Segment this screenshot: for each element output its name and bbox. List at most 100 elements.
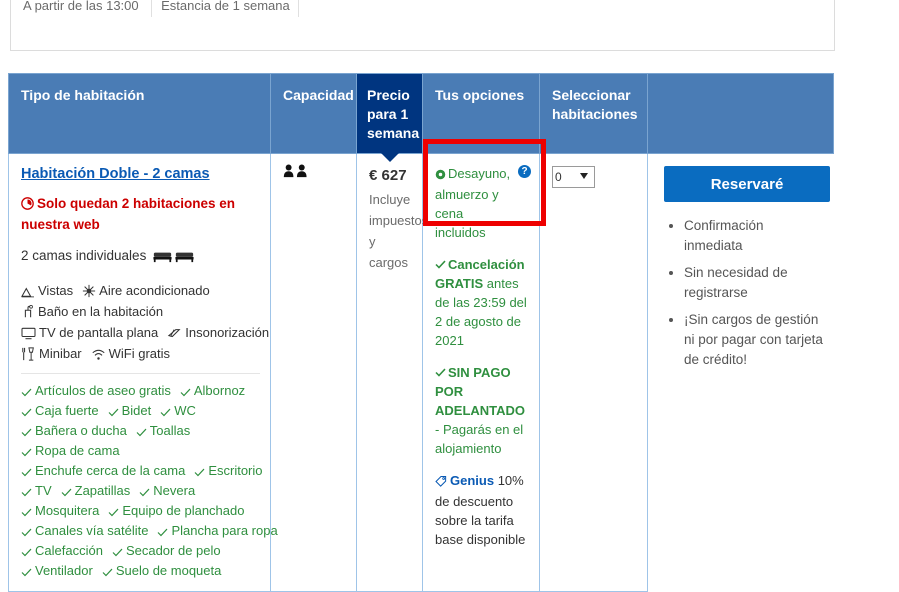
amenities-checklist: Artículos de aseo gratis Albornoz Caja fu… (21, 381, 278, 581)
check-icon (108, 501, 119, 521)
genius-label: Genius (450, 473, 495, 488)
amenity-label: Ropa de cama (35, 443, 120, 458)
soundproof-icon (168, 329, 181, 338)
check-icon (21, 381, 32, 401)
check-icon (21, 441, 32, 461)
price-amount: € 627 (369, 167, 407, 184)
scarcity-message: Solo quedan 2 habitaciones en nuestra we… (21, 194, 260, 234)
amenity-row: Caja fuerte Bidet WC (21, 401, 260, 421)
amenity-label: Equipo de planchado (122, 503, 245, 518)
check-icon (102, 561, 113, 581)
amenity-label: Canales vía satélite (35, 523, 149, 538)
check-icon (21, 501, 32, 521)
check-icon (136, 421, 147, 441)
amenity-label: Zapatillas (74, 483, 131, 498)
genius-discount: Genius 10% de descuento sobre la tarifa … (435, 471, 529, 549)
capacity-cell (270, 153, 357, 592)
amenity-label: Plancha para ropa (171, 523, 278, 538)
mountain-view-icon (21, 287, 34, 298)
check-icon (21, 521, 32, 541)
list-item: ¡Sin cargos de gestión ni por pagar con … (684, 310, 824, 370)
reserve-button[interactable]: Reservaré (664, 166, 830, 202)
header-price[interactable]: Precio para 1 semana (356, 73, 423, 162)
reserve-cell: Reservaré Confirmación inmediata Sin nec… (647, 153, 834, 592)
facility-row: TV de pantalla plana Insonorización (21, 322, 269, 343)
checkin-block[interactable]: mar, 10 ago 2021 A partir de las 13:00 (23, 0, 161, 17)
amenity-label: Caja fuerte (35, 403, 99, 418)
single-bed-icon (153, 249, 172, 269)
amenity-row: Bañera o ducha Toallas (21, 421, 260, 441)
meal-plan-text: Desayuno, almuerzo y cena incluidos (435, 166, 511, 240)
amenity-label: WC (174, 403, 196, 418)
facility-label: Vistas (38, 283, 74, 298)
check-icon (160, 401, 171, 421)
amenity-label: Ventilador (35, 563, 93, 578)
tag-icon (435, 473, 447, 492)
meal-included-icon (435, 166, 446, 185)
sort-arrow-icon (380, 153, 399, 162)
check-icon (61, 481, 72, 501)
bed-configuration: 2 camas individuales (21, 246, 260, 269)
scarcity-text: Solo quedan 2 habitaciones en nuestra we… (21, 196, 236, 232)
facility-row: Minibar WiFi gratis (21, 343, 260, 364)
facility-row: Vistas Aire acondicionado (21, 280, 260, 301)
wifi-icon (92, 349, 105, 360)
amenity-label: Escritorio (208, 463, 263, 478)
meal-plan-block: Desayuno, almuerzo y cena incluidos ? (435, 164, 531, 242)
facility-icon-list: Vistas Aire acondicionado Baño en la habi… (21, 280, 269, 364)
tv-icon (21, 327, 36, 340)
facility-label: Baño en la habitación (38, 304, 164, 319)
amenity-row: Canales vía satélite Plancha para ropa (21, 521, 278, 541)
meal-plan: Desayuno, almuerzo y cena incluidos ? (435, 164, 531, 242)
reserve-perks-list: Confirmación inmediata Sin necesidad de … (664, 216, 824, 370)
air-conditioning-icon (83, 284, 96, 298)
help-icon[interactable]: ? (518, 165, 531, 178)
genius-block: Genius 10% de descuento sobre la tarifa … (435, 471, 529, 549)
facility-label: Aire acondicionado (99, 283, 210, 298)
facility-label: TV de pantalla plana (39, 325, 159, 340)
amenity-label: Calefacción (35, 543, 103, 558)
check-icon (194, 461, 205, 481)
check-icon (21, 401, 32, 421)
room-quantity-select[interactable]: 0 1 2 (552, 166, 595, 188)
check-icon (157, 521, 168, 541)
facility-row: Baño en la habitación (21, 301, 260, 322)
amenity-row: TV Zapatillas Nevera (21, 481, 260, 501)
check-icon (21, 461, 32, 481)
header-options: Tus opciones (422, 73, 540, 154)
price-cell: € 627 Incluye impuestos y cargos (356, 153, 429, 592)
amenity-row: Ropa de cama (21, 441, 260, 461)
facility-label: Minibar (39, 346, 82, 361)
prepayment-detail: - Pagarás en el alojamiento (435, 422, 524, 456)
amenity-row: Ventilador Suelo de moqueta (21, 561, 260, 581)
facility-label: Insonorización (185, 325, 270, 340)
amenity-label: Toallas (149, 423, 191, 438)
check-icon (21, 481, 32, 501)
room-type-cell: Habitación Doble - 2 camas Solo quedan 2… (8, 153, 278, 592)
amenity-row: Enchufe cerca de la cama Escritorio (21, 461, 263, 481)
price-note: Incluye impuestos y cargos (369, 192, 429, 270)
check-icon (21, 561, 32, 581)
table-row: Habitación Doble - 2 camas Solo quedan 2… (8, 153, 834, 592)
amenity-row: Artículos de aseo gratis Albornoz (21, 381, 260, 401)
amenity-row: Mosquitera Equipo de planchado (21, 501, 260, 521)
divider (21, 373, 260, 374)
availability-table: Tipo de habitación Capacidad Precio para… (8, 73, 834, 592)
list-item: Confirmación inmediata (684, 216, 824, 256)
header-select-rooms: Seleccionar habitaciones (539, 73, 648, 154)
amenity-label: Suelo de moqueta (115, 563, 222, 578)
single-bed-icon-2 (175, 249, 194, 269)
check-icon (112, 541, 123, 561)
header-capacity: Capacidad (270, 73, 357, 154)
amenity-label: Enchufe cerca de la cama (35, 463, 186, 478)
checkout-block[interactable]: mar, 17 ago 2021 Estancia de 1 semana (161, 0, 308, 17)
bathroom-icon (24, 304, 33, 318)
table-header-row: Tipo de habitación Capacidad Precio para… (8, 73, 834, 162)
select-rooms-cell: 0 1 2 (539, 153, 648, 592)
amenity-label: Mosquitera (35, 503, 100, 518)
prepayment-policy: SIN PAGO POR ADELANTADO - Pagarás en el … (435, 363, 529, 458)
room-name-link[interactable]: Habitación Doble - 2 camas (21, 164, 210, 184)
occupancy-persons-icon (283, 164, 317, 183)
check-icon (435, 255, 446, 274)
list-item: Sin necesidad de registrarse (684, 263, 824, 303)
